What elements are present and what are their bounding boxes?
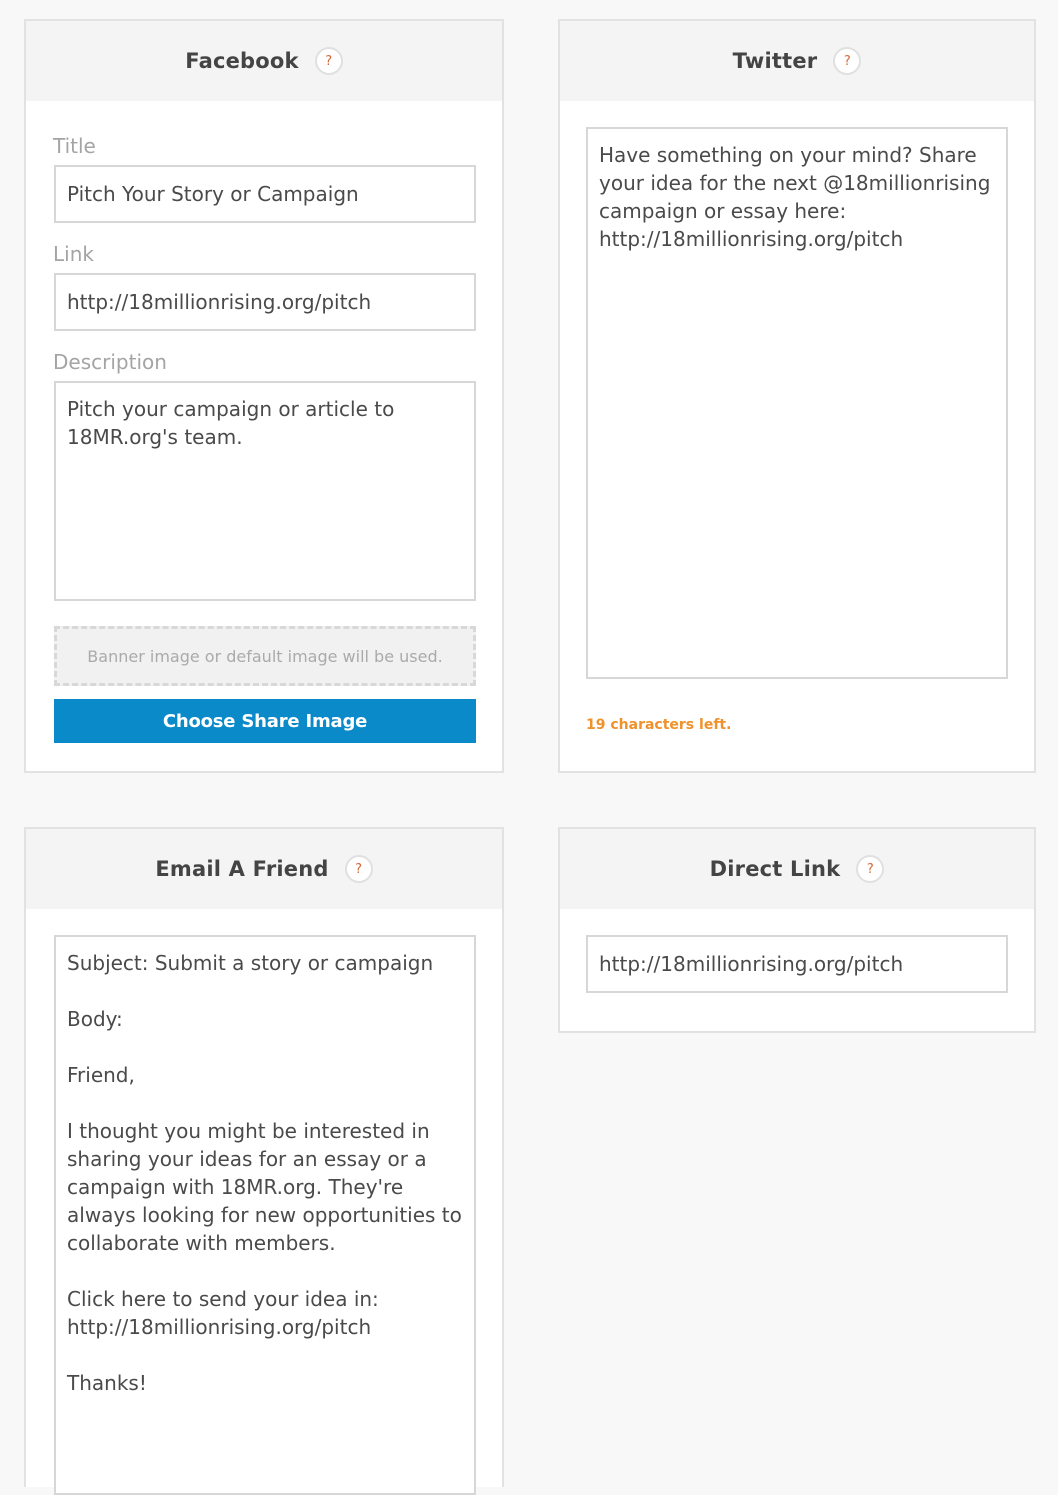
email-help-icon[interactable]: ?: [344, 855, 373, 883]
description-label: Description: [53, 350, 167, 374]
direct-link-title: Direct Link: [709, 857, 841, 881]
share-image-dropzone[interactable]: Banner image or default image will be us…: [54, 626, 476, 686]
direct-link-input[interactable]: http://18millionrising.org/pitch: [586, 935, 1008, 993]
twitter-help-icon[interactable]: ?: [833, 47, 862, 75]
direct-link-panel: Direct Link ? http://18millionrising.org…: [558, 827, 1036, 1033]
direct-link-help-icon[interactable]: ?: [856, 855, 885, 883]
direct-link-header: Direct Link ?: [560, 829, 1034, 909]
facebook-header: Facebook ?: [26, 21, 502, 101]
twitter-header: Twitter ?: [560, 21, 1034, 101]
email-header: Email A Friend ?: [26, 829, 502, 909]
choose-share-image-button[interactable]: Choose Share Image: [54, 699, 476, 743]
email-body-textarea[interactable]: Subject: Submit a story or campaign Body…: [54, 935, 476, 1495]
facebook-title: Facebook: [185, 49, 299, 73]
twitter-panel: Twitter ? Have something on your mind? S…: [558, 19, 1036, 773]
title-input[interactable]: Pitch Your Story or Campaign: [54, 165, 476, 223]
tweet-char-counter: 19 characters left.: [586, 717, 732, 733]
tweet-textarea[interactable]: Have something on your mind? Share your …: [586, 127, 1008, 679]
share-image-placeholder: Banner image or default image will be us…: [87, 646, 443, 666]
twitter-title: Twitter: [732, 49, 818, 73]
link-input[interactable]: http://18millionrising.org/pitch: [54, 273, 476, 331]
facebook-panel: Facebook ? Title Pitch Your Story or Cam…: [24, 19, 504, 773]
email-title: Email A Friend: [155, 857, 329, 881]
description-textarea[interactable]: Pitch your campaign or article to 18MR.o…: [54, 381, 476, 601]
email-panel: Email A Friend ? Subject: Submit a story…: [24, 827, 504, 1495]
title-label: Title: [53, 134, 96, 158]
link-label: Link: [53, 242, 94, 266]
facebook-help-icon[interactable]: ?: [314, 47, 343, 75]
